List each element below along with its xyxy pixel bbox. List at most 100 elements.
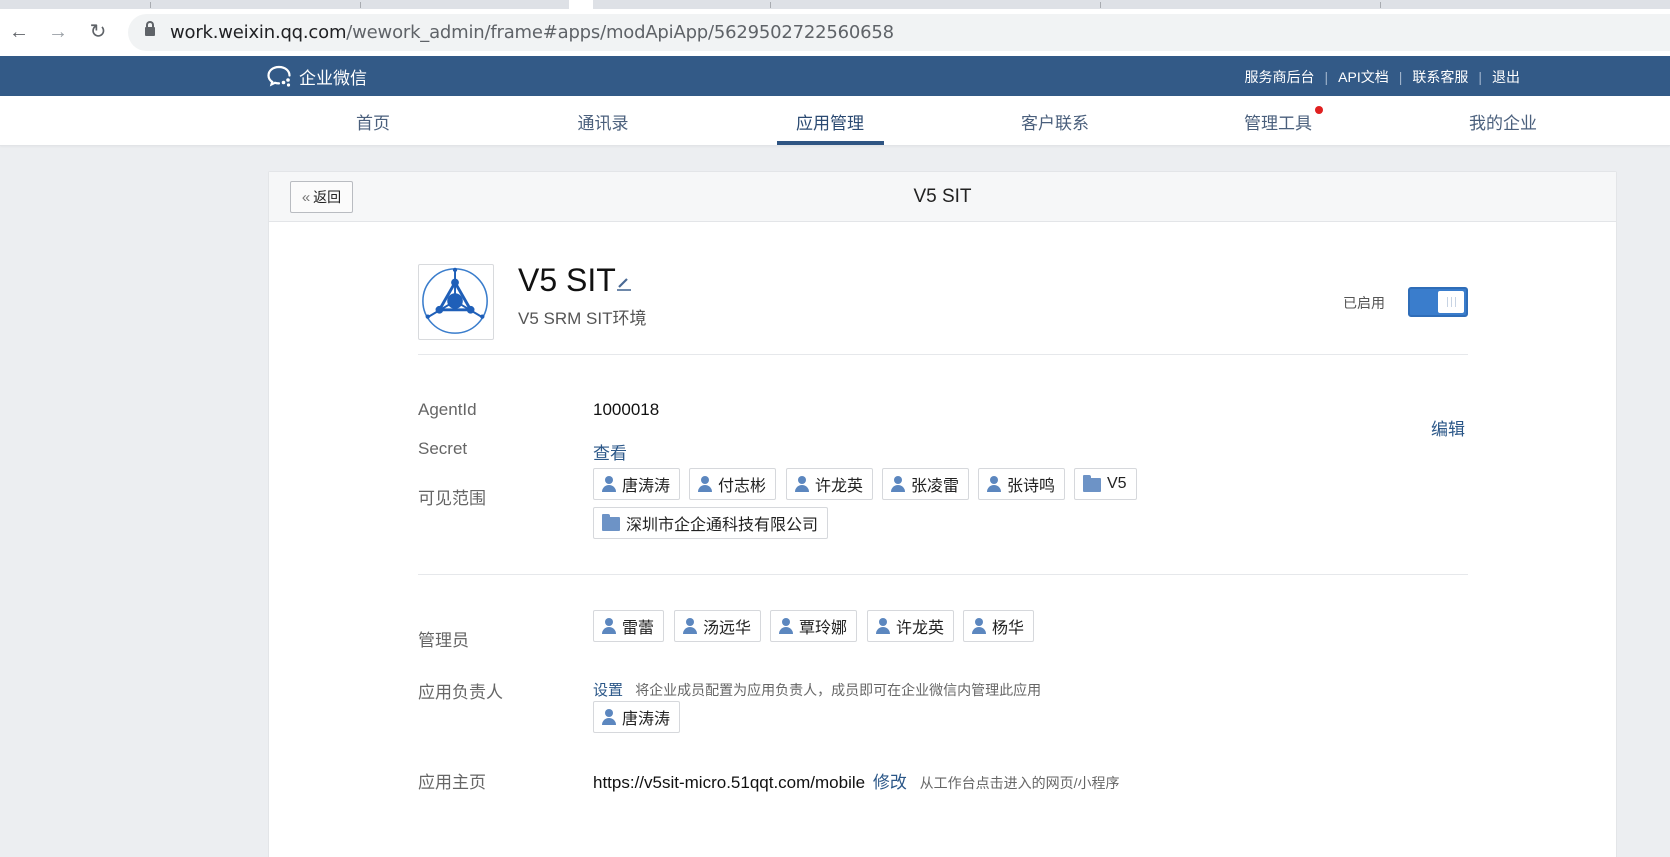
visible-member-chip[interactable]: 唐涛涛	[593, 468, 681, 500]
admin-chip[interactable]: 杨华	[963, 610, 1035, 642]
tab-separator	[1380, 2, 1381, 8]
api-docs-link[interactable]: API文档	[1338, 67, 1389, 87]
chip-label: 雷蕾	[622, 620, 655, 637]
active-tab[interactable]	[569, 0, 593, 9]
tab-separator	[360, 2, 361, 8]
visible-member-chip[interactable]: 许龙英	[786, 468, 874, 500]
nav-customer-contact[interactable]: 客户联系	[1000, 109, 1110, 134]
back-arrow-icon[interactable]: ←	[6, 19, 32, 45]
provider-console-link[interactable]: 服务商后台	[1245, 67, 1315, 87]
edit-link[interactable]: 编辑	[1431, 415, 1465, 440]
divider	[418, 574, 1468, 575]
tab-separator	[770, 2, 771, 8]
nav-app-management[interactable]: 应用管理	[775, 109, 885, 134]
chip-label: 许龙英	[815, 478, 864, 495]
nav-contacts[interactable]: 通讯录	[548, 109, 658, 134]
person-icon	[876, 618, 890, 634]
page-title: V5 SIT	[913, 186, 972, 207]
visible-scope-label: 可见范围	[418, 489, 486, 508]
visible-member-chip[interactable]: 张诗鸣	[978, 468, 1066, 500]
browser-address-bar: ← → ↻ work.weixin.qq.com/wework_admin/fr…	[0, 9, 1670, 56]
link-separator: |	[1324, 69, 1329, 85]
chip-label: 唐涛涛	[622, 478, 671, 495]
chip-label: 许龙英	[896, 620, 945, 637]
owner-row: 设置 将企业成员配置为应用负责人，成员即可在企业微信内管理此应用	[593, 679, 1041, 700]
url-path: /wework_admin/frame#apps/modApiApp/56295…	[346, 22, 894, 43]
app-logo	[418, 264, 494, 340]
wework-logo-icon	[267, 65, 291, 87]
lock-icon	[145, 21, 155, 36]
owner-hint: 将企业成员配置为应用负责人，成员即可在企业微信内管理此应用	[635, 682, 1042, 698]
chip-label: V5	[1107, 475, 1127, 492]
person-icon	[779, 618, 793, 634]
top-links: 服务商后台 | API文档 | 联系客服 | 退出	[1245, 67, 1521, 87]
toggle-knob	[1438, 291, 1464, 313]
visible-dept-chip[interactable]: V5	[1074, 468, 1137, 500]
chip-label: 张诗鸣	[1007, 478, 1056, 495]
notification-dot	[1315, 106, 1323, 114]
active-nav-underline	[777, 141, 884, 145]
secret-label: Secret	[418, 439, 468, 458]
visible-dept-chip[interactable]: 深圳市企企通科技有限公司	[593, 507, 829, 539]
enable-toggle[interactable]	[1408, 287, 1468, 317]
reload-icon[interactable]: ↻	[85, 19, 111, 45]
url-text[interactable]: work.weixin.qq.com/wework_admin/frame#ap…	[170, 22, 894, 43]
chip-label: 张凌雷	[911, 478, 960, 495]
person-icon	[683, 618, 697, 634]
homepage-hint: 从工作台点击进入的网页/小程序	[919, 775, 1120, 791]
card-header: « 返回 V5 SIT	[269, 172, 1616, 222]
admin-chip[interactable]: 雷蕾	[593, 610, 665, 642]
link-separator: |	[1478, 69, 1482, 85]
homepage-url: https://v5sit-micro.51qqt.com/mobile	[593, 773, 866, 792]
logo-text: 企业微信	[299, 68, 367, 88]
person-icon	[602, 476, 616, 492]
person-icon	[602, 709, 616, 725]
chip-label: 唐涛涛	[622, 711, 671, 728]
tab-separator	[1100, 2, 1101, 8]
chip-label: 覃玲娜	[799, 620, 848, 637]
logout-link[interactable]: 退出	[1492, 67, 1520, 87]
agentid-label: AgentId	[418, 400, 477, 419]
visible-member-chip[interactable]: 付志彬	[689, 468, 777, 500]
homepage-row: https://v5sit-micro.51qqt.com/mobile 修改 …	[593, 768, 1119, 793]
view-secret-link[interactable]: 查看	[593, 439, 627, 464]
chip-label: 深圳市企企通科技有限公司	[626, 517, 819, 534]
app-description: V5 SRM SIT环境	[518, 309, 647, 328]
tab-separator	[150, 2, 151, 8]
person-icon	[602, 618, 616, 634]
set-owner-link[interactable]: 设置	[593, 682, 623, 699]
edit-homepage-link[interactable]: 修改	[873, 773, 907, 792]
main-nav: 首页 通讯录 应用管理 客户联系 管理工具 我的企业	[0, 96, 1670, 146]
owner-chip[interactable]: 唐涛涛	[593, 701, 681, 733]
person-icon	[987, 476, 1001, 492]
agentid-value: 1000018	[593, 400, 660, 419]
browser-tab-strip	[0, 0, 1670, 9]
person-icon	[795, 476, 809, 492]
owner-label: 应用负责人	[418, 683, 503, 702]
wework-logo[interactable]: 企业微信	[267, 62, 367, 90]
admin-chip[interactable]: 覃玲娜	[770, 610, 858, 642]
visible-member-chip[interactable]: 张凌雷	[882, 468, 970, 500]
app-logo-icon	[422, 267, 488, 334]
nav-home[interactable]: 首页	[318, 109, 428, 134]
folder-icon	[1083, 475, 1101, 492]
app-detail-card: « 返回 V5 SIT V5 SIT V5 SRM SIT环境 已启用 Agen…	[268, 171, 1617, 857]
chip-label: 汤远华	[703, 620, 752, 637]
admin-chip[interactable]: 许龙英	[867, 610, 955, 642]
chip-label: 付志彬	[718, 478, 767, 495]
admin-top-bar: 企业微信 服务商后台 | API文档 | 联系客服 | 退出	[0, 56, 1670, 96]
person-icon	[891, 476, 905, 492]
nav-my-company[interactable]: 我的企业	[1448, 109, 1558, 134]
admins-label: 管理员	[418, 631, 469, 650]
pencil-icon[interactable]	[614, 273, 634, 293]
url-host: work.weixin.qq.com	[170, 22, 347, 43]
admin-chip[interactable]: 汤远华	[674, 610, 762, 642]
url-field[interactable]: work.weixin.qq.com/wework_admin/frame#ap…	[128, 14, 1670, 51]
folder-icon	[602, 514, 620, 531]
contact-support-link[interactable]: 联系客服	[1412, 67, 1468, 87]
person-icon	[972, 618, 986, 634]
status-label: 已启用	[1343, 295, 1385, 311]
forward-arrow-icon[interactable]: →	[45, 19, 71, 45]
divider	[418, 354, 1468, 355]
homepage-label: 应用主页	[418, 773, 486, 792]
